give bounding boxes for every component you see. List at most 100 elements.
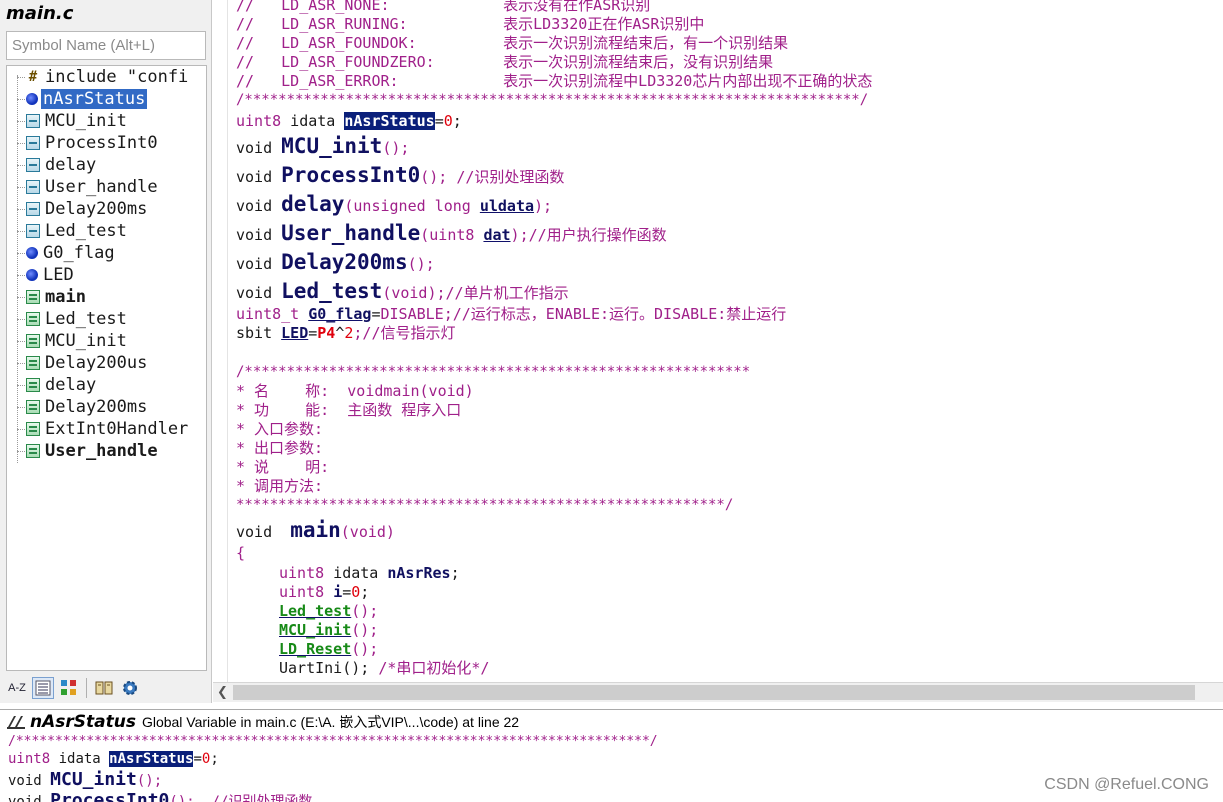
symbol-item[interactable]: MCU_init bbox=[17, 330, 129, 352]
symbol-item[interactable]: # include "confi bbox=[17, 66, 190, 88]
code-line: * 说 明: bbox=[236, 458, 330, 476]
symbol-item[interactable]: Led_test bbox=[17, 308, 129, 330]
tree-branch bbox=[17, 252, 25, 254]
preview-line: uint8 idata nAsrStatus=0; bbox=[8, 751, 219, 767]
symbol-item[interactable]: User_handle bbox=[17, 176, 160, 198]
list-view-icon[interactable] bbox=[32, 677, 54, 699]
symbol-list[interactable]: # include "confi nAsrStatus MCU_init Process… bbox=[6, 65, 207, 671]
symbol-label: MCU_init bbox=[45, 111, 127, 131]
variable-icon bbox=[26, 247, 38, 259]
tree-branch bbox=[17, 384, 25, 386]
tree-branch bbox=[17, 340, 25, 342]
tree-branch bbox=[17, 230, 25, 232]
function-definition-icon bbox=[26, 334, 40, 348]
tree-branch bbox=[17, 76, 25, 78]
code-line: // LD_ASR_FOUNDZERO: 表示一次识别流程结束后，没有识别结果 bbox=[236, 53, 774, 71]
code-line: uint8 idata nAsrRes; bbox=[279, 564, 460, 582]
code-line: // LD_ASR_RUNING: 表示LD3320正在作ASR识别中 bbox=[236, 15, 705, 33]
symbol-item[interactable]: ExtInt0Handler bbox=[17, 418, 190, 440]
symbol-item[interactable]: delay bbox=[17, 374, 98, 396]
code-line: void MCU_init(); bbox=[236, 134, 410, 158]
symbol-item[interactable]: Delay200ms bbox=[17, 396, 149, 418]
file-title: main.c bbox=[6, 3, 74, 24]
symbol-window: main.c #include "confinAsrStatusMCU_init… bbox=[0, 0, 212, 703]
variable-icon bbox=[26, 269, 38, 281]
code-editor[interactable]: // LD_ASR_NONE: 表示没有在作ASR识别 // LD_ASR_RUN… bbox=[213, 0, 1223, 682]
symbol-item[interactable]: main bbox=[17, 286, 88, 308]
code-line: MCU_init(); bbox=[279, 621, 379, 639]
preview-line: void MCU_init(); bbox=[8, 769, 163, 790]
function-definition-icon bbox=[26, 444, 40, 458]
tree-branch bbox=[17, 164, 25, 166]
symbol-item[interactable]: Delay200us bbox=[17, 352, 149, 374]
symbol-label: ProcessInt0 bbox=[45, 133, 158, 153]
code-line: * 调用方法: bbox=[236, 477, 324, 495]
code-line: * 入口参数: bbox=[236, 420, 324, 438]
book-icon[interactable] bbox=[93, 677, 115, 699]
preview-line: /***************************************… bbox=[8, 734, 658, 749]
function-definition-icon bbox=[26, 400, 40, 414]
code-line: uint8 idata nAsrStatus=0; bbox=[236, 112, 462, 130]
symbol-label: delay bbox=[45, 155, 97, 175]
scroll-left-icon[interactable]: ❮ bbox=[217, 685, 228, 700]
category-view-icon[interactable] bbox=[58, 677, 80, 699]
tree-branch bbox=[17, 208, 25, 210]
function-definition-icon bbox=[26, 422, 40, 436]
code-line: void User_handle(uint8 dat);//用户执行操作函数 bbox=[236, 221, 667, 245]
include-icon: # bbox=[28, 69, 38, 85]
symbol-label: Delay200ms bbox=[45, 199, 148, 219]
code-line: // LD_ASR_FOUNDOK: 表示一次识别流程结束后，有一个识别结果 bbox=[236, 34, 789, 52]
tree-branch bbox=[17, 428, 25, 430]
symbol-item[interactable]: Delay200ms bbox=[17, 198, 149, 220]
info-symbol-name: nAsrStatus bbox=[30, 712, 136, 732]
symbol-label: Delay200ms bbox=[45, 397, 148, 417]
function-prototype-icon bbox=[26, 224, 40, 238]
sort-alpha-icon[interactable]: A-Z bbox=[6, 677, 28, 699]
symbol-item[interactable]: Led_test bbox=[17, 220, 129, 242]
symbol-definition-icon bbox=[6, 713, 26, 731]
info-symbol-description: Global Variable in main.c (E:\A. 嵌入式VIP\… bbox=[141, 714, 520, 730]
symbol-search-input[interactable] bbox=[6, 31, 206, 60]
function-definition-icon bbox=[26, 290, 40, 304]
symbol-info-bar: nAsrStatus Global Variable in main.c (E:… bbox=[0, 709, 1223, 734]
symbol-item[interactable]: User_handle bbox=[17, 440, 160, 462]
symbol-label: delay bbox=[45, 375, 97, 395]
code-line: * 出口参数: bbox=[236, 439, 324, 457]
tree-branch bbox=[17, 450, 25, 452]
tree-branch bbox=[17, 296, 25, 298]
function-definition-icon bbox=[26, 356, 40, 370]
tree-branch bbox=[17, 142, 25, 144]
function-prototype-icon bbox=[26, 114, 40, 128]
symbol-item[interactable]: LED bbox=[17, 264, 76, 286]
function-prototype-icon bbox=[26, 202, 40, 216]
horizontal-scrollbar[interactable]: ❮ bbox=[213, 682, 1223, 702]
symbol-label: User_handle bbox=[45, 177, 158, 197]
function-prototype-icon bbox=[26, 158, 40, 172]
editor-gutter bbox=[213, 0, 228, 682]
function-prototype-icon bbox=[26, 136, 40, 150]
toolbar-separator bbox=[86, 678, 87, 698]
code-line: * 名 称: voidmain(void) bbox=[236, 382, 474, 400]
code-line: void delay(unsigned long uldata); bbox=[236, 192, 553, 216]
tree-branch bbox=[17, 186, 25, 188]
code-line: Led_test(); bbox=[279, 602, 379, 620]
symbol-label: G0_flag bbox=[43, 243, 115, 263]
function-prototype-icon bbox=[26, 180, 40, 194]
code-line: void Led_test(void);//单片机工作指示 bbox=[236, 279, 569, 303]
sort-alpha-label: A-Z bbox=[8, 682, 26, 694]
symbol-item[interactable]: ProcessInt0 bbox=[17, 132, 160, 154]
symbol-item[interactable]: G0_flag bbox=[17, 242, 117, 264]
symbol-item[interactable]: delay bbox=[17, 154, 98, 176]
code-line: ****************************************… bbox=[236, 497, 734, 513]
symbol-label: Delay200us bbox=[45, 353, 148, 373]
tree-branch bbox=[17, 362, 25, 364]
code-line: LD_Reset(); bbox=[279, 640, 379, 658]
symbol-item[interactable]: MCU_init bbox=[17, 110, 129, 132]
scrollbar-thumb[interactable] bbox=[233, 685, 1195, 700]
tree-branch bbox=[17, 274, 25, 276]
settings-gear-icon[interactable] bbox=[119, 677, 141, 699]
watermark: CSDN @Refuel.CONG bbox=[1044, 776, 1209, 793]
symbol-label: Led_test bbox=[45, 221, 127, 241]
code-line: // LD_ASR_NONE: 表示没有在作ASR识别 bbox=[236, 0, 651, 14]
symbol-item[interactable]: nAsrStatus bbox=[17, 88, 148, 110]
